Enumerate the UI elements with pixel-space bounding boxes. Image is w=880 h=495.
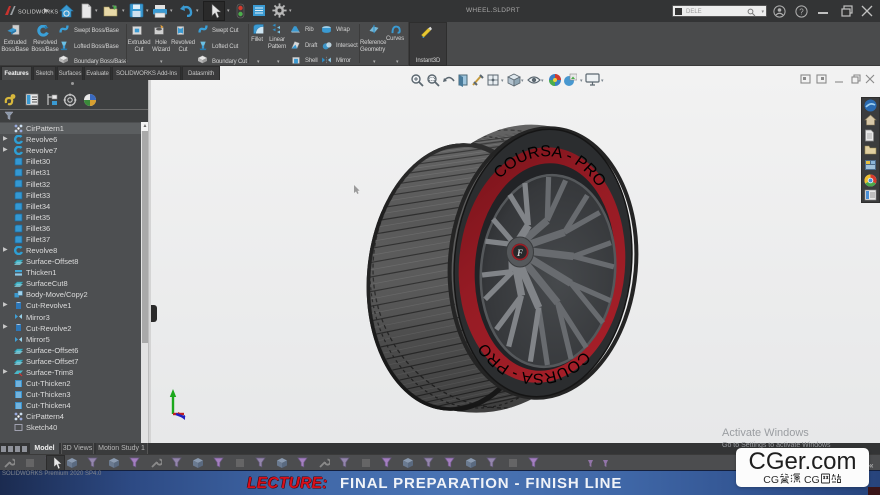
svg-text:F: F <box>516 248 523 258</box>
